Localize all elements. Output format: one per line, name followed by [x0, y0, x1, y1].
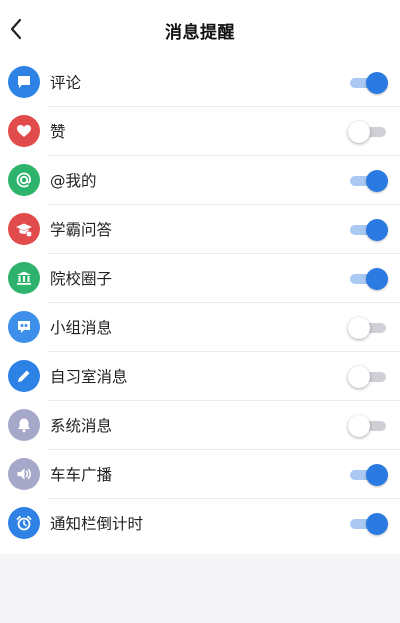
setting-row-qa: 学霸问答 [0, 205, 400, 254]
settings-list: 评论 赞 @我的 学霸问答 院校圈子 小组消息 自习室消息 系统消息 车车广播 … [0, 58, 400, 554]
setting-label: 小组消息 [50, 319, 113, 337]
heart-icon [8, 115, 40, 147]
setting-label: 自习室消息 [50, 368, 128, 386]
setting-row-study-room: 自习室消息 [0, 352, 400, 401]
setting-row-school-circle: 院校圈子 [0, 254, 400, 303]
comment-icon [8, 66, 40, 98]
mentions-toggle[interactable] [348, 170, 388, 192]
graduation-cap-icon [8, 213, 40, 245]
like-toggle[interactable] [348, 121, 388, 143]
page-title: 消息提醒 [165, 23, 235, 43]
setting-label: 学霸问答 [50, 221, 113, 239]
setting-label: 赞 [50, 123, 66, 141]
group-toggle[interactable] [348, 317, 388, 339]
setting-row-like: 赞 [0, 107, 400, 156]
alarm-clock-icon [8, 507, 40, 539]
qa-toggle[interactable] [348, 219, 388, 241]
school-circle-toggle[interactable] [348, 268, 388, 290]
setting-row-comment: 评论 [0, 58, 400, 107]
setting-label: 车车广播 [50, 466, 113, 484]
comment-toggle[interactable] [348, 72, 388, 94]
at-icon [8, 164, 40, 196]
setting-row-mentions: @我的 [0, 156, 400, 205]
setting-row-countdown: 通知栏倒计时 [0, 499, 400, 548]
setting-label: 系统消息 [50, 417, 113, 435]
setting-label: 院校圈子 [50, 270, 113, 288]
setting-row-system: 系统消息 [0, 401, 400, 450]
setting-row-group: 小组消息 [0, 303, 400, 352]
system-toggle[interactable] [348, 415, 388, 437]
study-room-toggle[interactable] [348, 366, 388, 388]
countdown-toggle[interactable] [348, 513, 388, 535]
bell-icon [8, 409, 40, 441]
top-bar: 消息提醒 [0, 0, 400, 58]
broadcast-toggle[interactable] [348, 464, 388, 486]
setting-row-broadcast: 车车广播 [0, 450, 400, 499]
setting-label: 评论 [50, 74, 82, 92]
speaker-icon [8, 458, 40, 490]
setting-label: 通知栏倒计时 [50, 515, 144, 533]
setting-label: @我的 [50, 172, 97, 190]
pencil-icon [8, 360, 40, 392]
group-icon [8, 311, 40, 343]
institution-icon [8, 262, 40, 294]
